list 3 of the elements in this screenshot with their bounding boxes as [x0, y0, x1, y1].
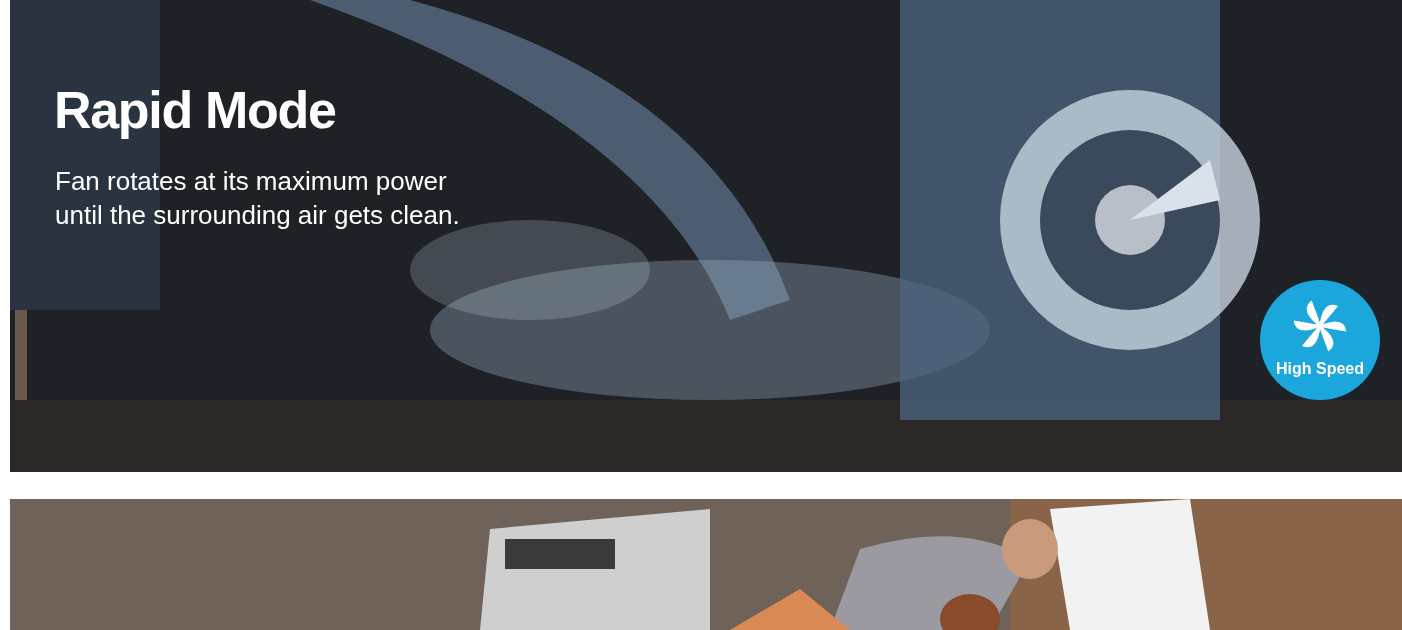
badge-label: High Speed [1276, 359, 1364, 379]
fan-icon [1293, 299, 1347, 353]
banner-description: Fan rotates at its maximum power until the surrounding air gets clean. [55, 165, 461, 232]
